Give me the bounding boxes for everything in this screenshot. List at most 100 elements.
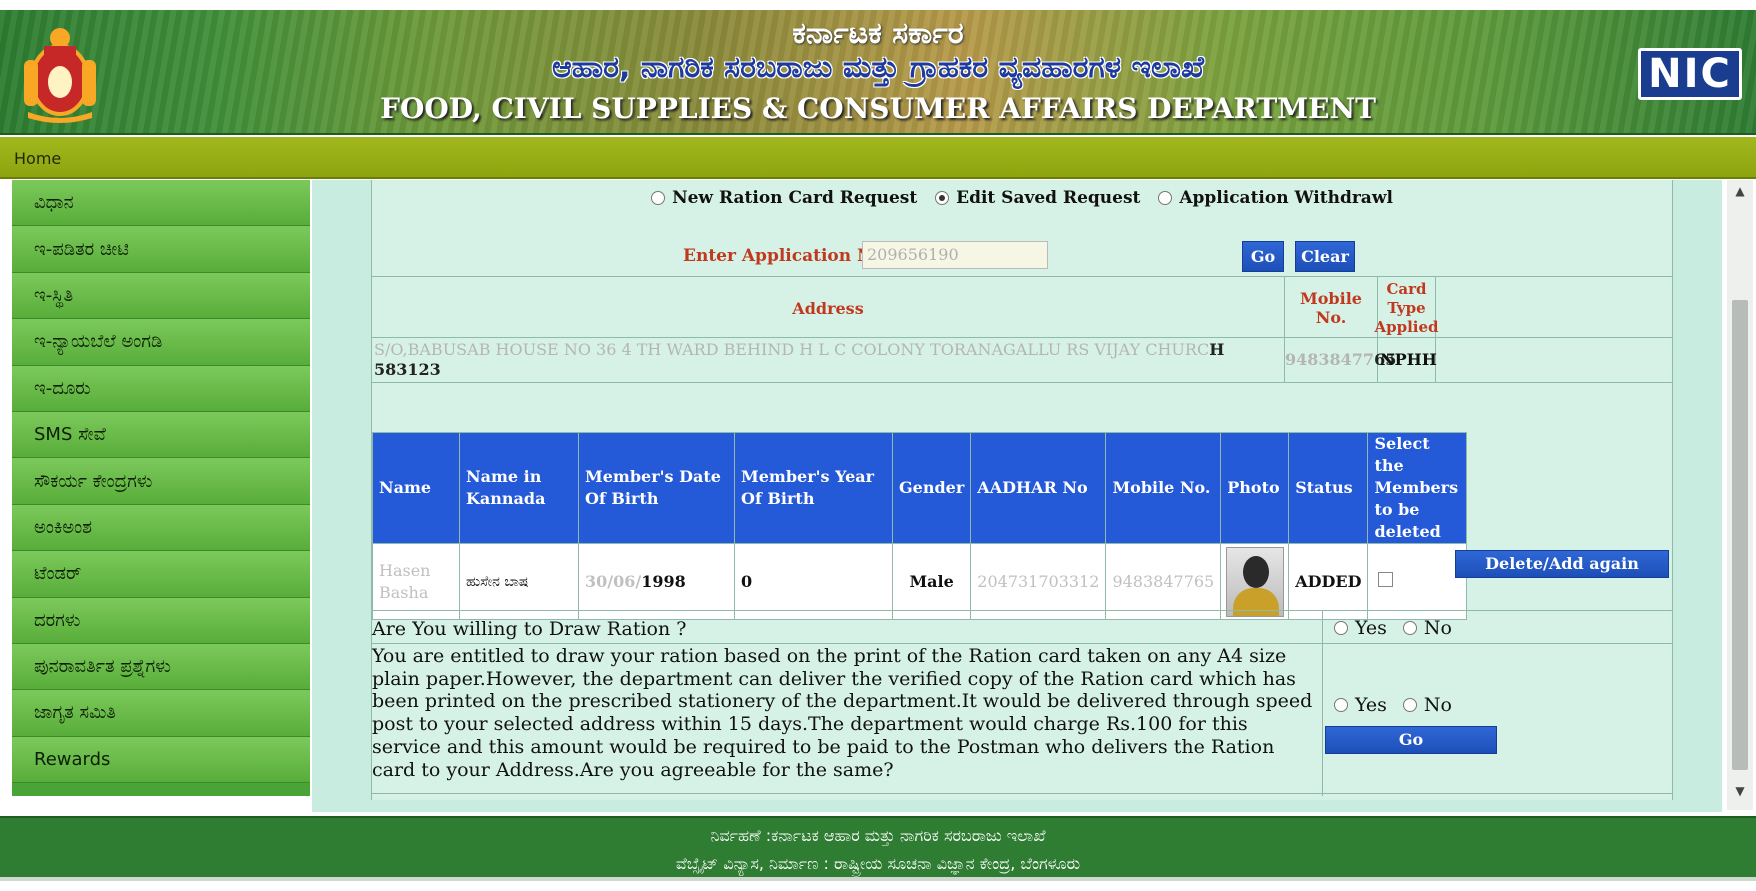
draw-ration-question: Are You willing to Draw Ration ? [372, 618, 687, 640]
member-dob-year: 1998 [641, 572, 686, 591]
delete-add-again-button[interactable]: Delete/Add again [1455, 550, 1669, 578]
member-dob-faded: 30/06/ [585, 572, 642, 591]
sidebar-item-e-status[interactable]: ಇ-ಸ್ಥಿತಿ [12, 272, 310, 320]
sidebar-item-rates[interactable]: ದರಗಳು [12, 597, 310, 644]
sidebar-item-facility-centres[interactable]: ಸೌಕರ್ಯ ಕೇಂದ್ರಗಳು [12, 458, 310, 505]
radio-application-withdrawl[interactable]: Application Withdrawl [1158, 188, 1393, 208]
radio-edit-saved-request[interactable]: Edit Saved Request [935, 188, 1140, 208]
member-name-kannada: ಹುಸೇನ ಬಾಷ [459, 543, 579, 620]
member-gender: Male [891, 543, 972, 620]
question-divider [1322, 610, 1323, 796]
no-label: No [1423, 694, 1452, 716]
site-header: ಕರ್ನಾಟಕ ಸರ್ಕಾರ ಆಹಾರ, ನಾಗರಿಕ ಸರಬರಾಜು ಮತ್ತ… [0, 10, 1756, 135]
col-yob: Member's Year Of Birth [734, 432, 893, 544]
submit-go-button[interactable]: Go [1325, 726, 1497, 754]
member-photo [1225, 546, 1284, 617]
scroll-down-arrow-icon[interactable]: ▼ [1727, 784, 1753, 806]
member-aadhar: 204731703312 [970, 543, 1107, 620]
footer-maintained-by: ನಿರ್ವಹಣೆ :ಕರ್ನಾಟಕ ಆಹಾರ ಮತ್ತು ನಾಗರಿಕ ಸರಬರ… [710, 826, 1046, 845]
address-line1-end: H [1209, 340, 1225, 359]
col-aadhar: AADHAR No [970, 432, 1107, 544]
col-mobile: Mobile No. [1105, 432, 1222, 544]
col-status: Status [1288, 432, 1369, 544]
yes-label: Yes [1355, 694, 1387, 716]
radio-label: Edit Saved Request [956, 188, 1141, 208]
card-type-cell: NPHH [1378, 338, 1437, 383]
member-delete-checkbox[interactable] [1378, 572, 1394, 587]
application-no-input[interactable]: 209656190 [862, 241, 1048, 269]
radio-circle[interactable] [651, 191, 666, 205]
member-dob: 30/06/1998 [578, 543, 735, 620]
member-photo-cell [1220, 543, 1290, 620]
mobile-header: Mobile No. [1285, 277, 1378, 339]
no-label: No [1423, 617, 1452, 639]
radio-new-ration-card[interactable]: New Ration Card Request [651, 188, 917, 208]
clear-button[interactable]: Clear [1295, 241, 1355, 272]
mobile-cell: 9483847765 [1285, 338, 1396, 383]
page-scrollbar[interactable]: ▲ ▼ [1727, 180, 1753, 810]
col-gender: Gender [891, 432, 972, 544]
sidebar-item-e-complaint[interactable]: ಇ-ದೂರು [12, 365, 310, 412]
radio-label: Application Withdrawl [1179, 188, 1393, 208]
sidebar-item-rewards[interactable]: Rewards [12, 736, 310, 784]
draw-ration-no-radio[interactable] [1402, 621, 1417, 635]
application-panel: New Ration Card Request Edit Saved Reque… [371, 180, 1673, 800]
col-photo: Photo [1220, 432, 1290, 544]
member-name: Hasen Basha [372, 543, 460, 620]
request-type-radio-group: New Ration Card Request Edit Saved Reque… [372, 188, 1672, 210]
sidebar-item-sms-service[interactable]: SMS ಸೇವೆ [12, 411, 310, 459]
scroll-thumb[interactable] [1732, 300, 1748, 770]
sidebar-item-statistics[interactable]: ಅಂಕಿಅಂಶ [12, 504, 310, 552]
draw-ration-yes-radio[interactable] [1334, 621, 1348, 635]
address-table-row: S/O,BABUSAB HOUSE NO 36 4 TH WARD BEHIND… [372, 338, 1673, 383]
scroll-up-arrow-icon[interactable]: ▲ [1727, 184, 1753, 206]
top-navbar: Home [0, 137, 1756, 179]
member-mobile: 9483847765 [1105, 543, 1222, 620]
radio-label: New Ration Card Request [672, 188, 918, 208]
col-name-kannada: Name in Kannada [459, 432, 579, 544]
member-row: Hasen Basha ಹುಸೇನ ಬಾಷ 30/06/1998 0 Male … [372, 543, 1468, 620]
mobile-digits-faded: 94838477 [1285, 350, 1375, 369]
draw-ration-question-row: Are You willing to Draw Ration ? [372, 610, 1673, 644]
sidebar-item-e-fair-price-shop[interactable]: ಇ-ನ್ಯಾಯಬೆಲೆ ಅಂಗಡಿ [12, 319, 310, 366]
site-footer: ನಿರ್ವಹಣೆ :ಕರ್ನಾಟಕ ಆಹಾರ ಮತ್ತು ನಾಗರಿಕ ಸರಬರ… [0, 816, 1756, 881]
col-dob: Member's Date Of Birth [578, 432, 735, 544]
delivery-yes-no: Yes No [1334, 694, 1452, 716]
member-yob: 0 [734, 543, 893, 620]
sidebar-item-e-ration-card[interactable]: ಇ-ಪಡಿತರ ಚೀಟಿ [12, 226, 310, 273]
yes-label: Yes [1355, 617, 1387, 639]
col-name: Name [372, 432, 460, 544]
radio-circle[interactable] [1158, 191, 1173, 205]
delivery-no-radio[interactable] [1402, 698, 1417, 712]
delivery-question: You are entitled to draw your ration bas… [372, 645, 1313, 781]
members-table: Name Name in Kannada Member's Date Of Bi… [372, 432, 1468, 620]
member-select-cell [1367, 543, 1468, 620]
sidebar-item-vigilance-committee[interactable]: ಜಾಗೃತ ಸಮಿತಿ [12, 690, 310, 737]
sidebar-menu: ವಿಧಾನ ಇ-ಪಡಿತರ ಚೀಟಿ ಇ-ಸ್ಥಿತಿ ಇ-ನ್ಯಾಯಬೆಲೆ … [12, 180, 310, 796]
draw-ration-yes-no: Yes No [1334, 617, 1452, 639]
footer-designed-by: ವೆಬ್ಸೈಟ್ ವಿನ್ಯಾಸ, ನಿರ್ಮಾಣ : ರಾಷ್ಟ್ರೀಯ ಸೂ… [675, 854, 1081, 873]
go-button[interactable]: Go [1242, 241, 1284, 272]
nic-logo: NIC [1638, 48, 1742, 100]
col-select-delete: Select the Members to be deleted [1367, 432, 1468, 544]
radio-circle-selected[interactable] [935, 191, 950, 205]
header-department-english: FOOD, CIVIL SUPPLIES & CONSUMER AFFAIRS … [380, 92, 1376, 125]
application-no-label: Enter Application No. [683, 246, 890, 266]
address-line1: S/O,BABUSAB HOUSE NO 36 4 TH WARD BEHIND… [374, 340, 1210, 359]
address-table-header: Address Mobile No. Card Type Applied [372, 276, 1673, 339]
address-pincode: 583123 [374, 360, 441, 379]
header-government-title: ಕರ್ನಾಟಕ ಸರ್ಕಾರ [792, 16, 964, 51]
photo-head-shape [1242, 555, 1269, 588]
nav-home-link[interactable]: Home [14, 149, 61, 168]
delivery-yes-radio[interactable] [1334, 698, 1348, 712]
members-table-header-row: Name Name in Kannada Member's Date Of Bi… [372, 432, 1468, 544]
address-cell: S/O,BABUSAB HOUSE NO 36 4 TH WARD BEHIND… [372, 338, 1285, 383]
member-status: ADDED [1288, 543, 1369, 620]
sidebar-item-faq[interactable]: ಪುನರಾವರ್ತಿತ ಪ್ರಶ್ನೆಗಳು [12, 643, 310, 691]
card-type-header: Card Type Applied [1374, 277, 1439, 339]
address-header: Address [372, 277, 1285, 339]
delivery-question-row: You are entitled to draw your ration bas… [372, 644, 1673, 794]
header-department-kannada: ಆಹಾರ, ನಾಗರಿಕ ಸರಬರಾಜು ಮತ್ತು ಗ್ರಾಹಕರ ವ್ಯವಹ… [551, 50, 1205, 85]
sidebar-item-tender[interactable]: ಟೆಂಡರ್ [12, 551, 310, 598]
sidebar-item-procedure[interactable]: ವಿಧಾನ [12, 180, 310, 227]
